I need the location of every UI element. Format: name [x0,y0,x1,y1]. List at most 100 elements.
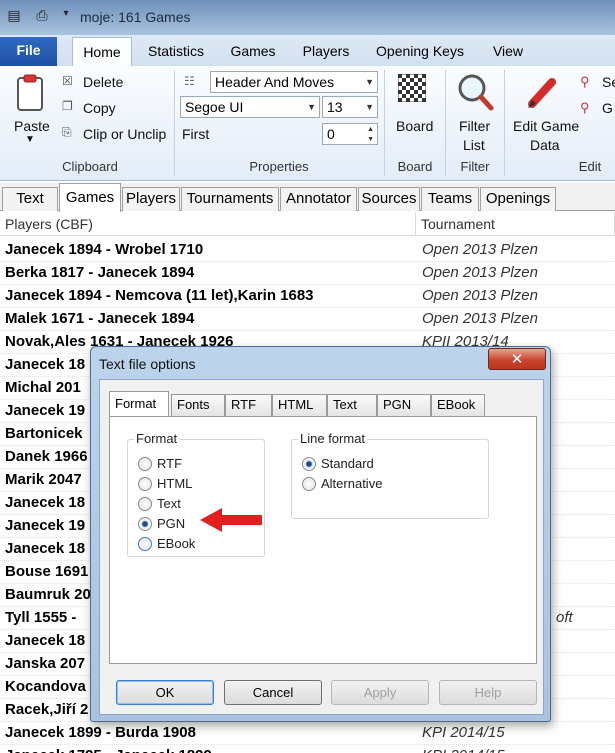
font-size-select[interactable]: 13 ▼ [322,96,378,118]
clip-icon[interactable]: ⎘ [62,125,72,140]
radio-pgn[interactable]: PGN [138,515,185,533]
dialog-tab-html[interactable]: HTML [272,394,327,416]
paste-icon[interactable] [14,74,46,112]
table-row[interactable]: Berka 1817 - Janecek 1894 Open 2013 Plzen [0,262,615,285]
tab-players[interactable]: Players [294,37,358,66]
goto-icon[interactable]: ⚲ [580,100,590,116]
edit-game-data-button[interactable]: Edit Game [513,118,579,134]
players-cell: Malek 1671 - Janecek 1894 [5,310,195,327]
cancel-button[interactable]: Cancel [224,680,322,705]
magnifier-icon[interactable] [456,72,494,112]
doctab-teams[interactable]: Teams [421,187,479,211]
goto-button[interactable]: G [602,100,613,116]
players-cell: Bouse 1691 [5,563,89,580]
dialog-tab-format[interactable]: Format [109,391,169,417]
doctab-text[interactable]: Text [2,187,58,211]
separator [504,70,505,176]
tournament-cell: KPI 2014/15 [422,747,505,753]
search-button[interactable]: Se [602,74,615,90]
line-format-group-label: Line format [298,431,368,446]
players-cell: Michal 201 [5,379,81,396]
close-button[interactable]: ✕ [488,348,546,370]
delete-button[interactable]: Delete [83,74,123,90]
dialog-title: Text file options [99,356,196,372]
players-cell: Janecek 19 [5,402,86,419]
paste-button[interactable]: Paste [14,118,50,134]
doctab-annotator[interactable]: Annotator [280,187,357,211]
tournament-cell: Open 2013 Plzen [422,310,538,327]
delete-icon[interactable]: ☒ [62,74,73,88]
table-row[interactable]: Janecek 1894 - Nemcova (11 let),Karin 16… [0,285,615,308]
font-select[interactable]: Segoe UI ▼ [180,96,320,118]
first-label: First [182,126,210,142]
players-cell: Kocandova [5,678,86,695]
quick-access-dropdown-icon[interactable]: ▾ [56,8,76,26]
pen-icon[interactable] [526,74,560,110]
first-spinner[interactable]: 0 ▲ ▼ [322,123,378,145]
doctab-tournaments[interactable]: Tournaments [181,187,279,211]
red-arrow-icon [200,508,262,532]
tournament-cell: Open 2013 Plzen [422,241,538,258]
filter-list-button[interactable]: Filter [459,118,490,134]
layout-select[interactable]: Header And Moves ▼ [210,71,378,93]
file-tab[interactable]: File [0,37,57,66]
players-cell: Janecek 18 [5,540,86,557]
board-button[interactable]: Board [396,118,433,134]
chessboard-icon[interactable] [397,73,427,103]
tab-home[interactable]: Home [72,37,132,66]
table-row[interactable]: Janecek 1899 - Burda 1908 KPI 2014/15 [0,722,615,745]
radio-text[interactable]: Text [138,495,181,513]
filter-list-button-line2[interactable]: List [463,137,485,153]
table-row[interactable]: Janecek 1894 - Wrobel 1710 Open 2013 Plze… [0,239,615,262]
edit-game-data-button-line2[interactable]: Data [530,137,560,153]
separator [384,70,385,176]
radio-ebook[interactable]: EBook [138,535,195,553]
players-cell: Janecek 1899 - Burda 1908 [5,724,196,741]
dialog-tab-ebook[interactable]: EBook [431,394,485,416]
table-row[interactable]: Janecek 1795 - Janecek 1899 KPI 2014/15 [0,745,615,753]
tab-opening-keys[interactable]: Opening Keys [370,37,470,66]
doctab-sources[interactable]: Sources [358,187,420,211]
table-row[interactable]: Malek 1671 - Janecek 1894 Open 2013 Plzen [0,308,615,331]
database-icon[interactable]: ▤ [4,8,24,26]
ribbon-tab-bar: File Home Statistics Games Players Openi… [0,35,615,66]
players-cell: Janecek 1894 - Nemcova (11 let),Karin 16… [5,287,314,304]
players-cell: Janska 207 [5,655,86,672]
tournament-cell: KPI 2014/15 [422,724,505,741]
tab-statistics[interactable]: Statistics [140,37,212,66]
doctab-games[interactable]: Games [59,183,121,212]
format-group-label: Format [134,431,180,446]
apply-button[interactable]: Apply [331,680,429,705]
radio-standard[interactable]: Standard [302,455,374,473]
search-icon[interactable]: ⚲ [580,74,590,90]
help-button[interactable]: Help [439,680,537,705]
column-header-tournament[interactable]: Tournament [416,212,615,236]
players-cell: Janecek 1894 - Wrobel 1710 [5,241,204,258]
doctab-players[interactable]: Players [122,187,180,211]
radio-html[interactable]: HTML [138,475,192,493]
radio-alternative[interactable]: Alternative [302,475,382,493]
paste-dropdown-icon[interactable]: ▼ [25,134,35,145]
players-cell: Tyll 1555 - [5,609,77,626]
dialog-tab-fonts[interactable]: Fonts [171,394,225,416]
print-icon[interactable]: ⎙ [32,8,52,26]
column-header-players[interactable]: Players (CBF) [0,212,416,236]
format-tab-panel: Format RTF HTML Text PGN EBook Line form… [109,416,537,664]
clip-button[interactable]: Clip or Unclip [83,126,166,142]
dialog-tab-pgn[interactable]: PGN [377,394,431,416]
ok-button[interactable]: OK [116,680,214,705]
dialog-tab-text[interactable]: Text [327,394,377,416]
copy-icon[interactable]: ❐ [62,99,73,113]
tab-games[interactable]: Games [224,37,282,66]
tab-view[interactable]: View [484,37,532,66]
players-cell: Janecek 19 [5,517,86,534]
text-file-options-dialog: Text file options ✕ Format Fonts RTF HTM… [90,346,551,722]
copy-button[interactable]: Copy [83,100,116,116]
radio-rtf[interactable]: RTF [138,455,182,473]
layout-icon: ☷ [184,74,195,88]
doctab-openings[interactable]: Openings [480,187,556,211]
tournament-cell: oft [556,609,573,626]
players-cell: Janecek 18 [5,632,86,649]
edit-group-label: Edit [578,159,602,174]
dialog-tab-rtf[interactable]: RTF [225,394,272,416]
